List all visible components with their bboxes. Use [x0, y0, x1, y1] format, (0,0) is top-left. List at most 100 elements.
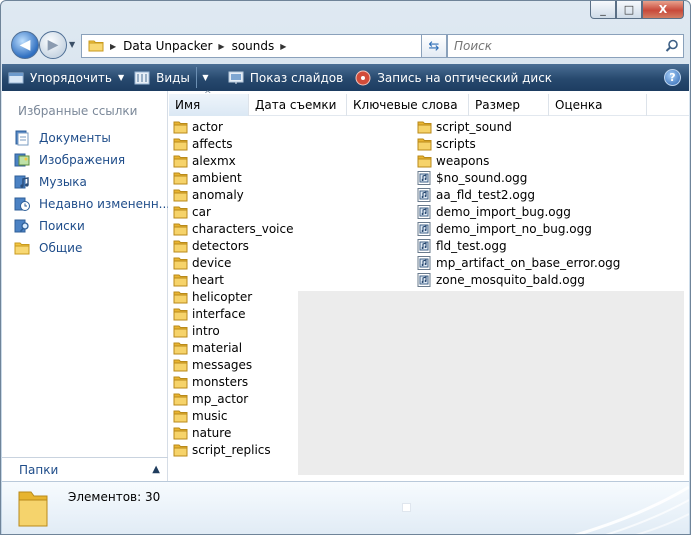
favorite-recent[interactable]: Недавно измененн...	[2, 193, 168, 215]
views-dropdown[interactable]: ▼	[195, 67, 214, 88]
folder-item[interactable]: car	[173, 203, 299, 220]
item-label: messages	[192, 357, 253, 372]
audio-file-icon	[417, 221, 432, 236]
column-date-taken[interactable]: Дата съемки	[249, 94, 347, 116]
folders-toggle[interactable]: Папки ▲	[2, 457, 168, 481]
address-bar[interactable]: ▶ Data Unpacker ▶ sounds ▶ ▼	[81, 34, 441, 58]
folders-label: Папки	[19, 462, 59, 477]
close-button[interactable]: X	[642, 1, 684, 19]
folder-icon	[417, 154, 432, 168]
folder-item[interactable]: intro	[173, 322, 299, 339]
burn-disc-button[interactable]: Запись на оптический диск	[349, 64, 558, 91]
sort-ascending-icon: ^	[204, 90, 212, 100]
favorite-label: Изображения	[39, 153, 126, 167]
folder-item[interactable]: helicopter	[173, 288, 299, 305]
file-list-pane: ^ Имя Дата съемки Ключевые слова Размер …	[169, 90, 689, 481]
folder-item[interactable]: ambient	[173, 169, 299, 186]
minimize-button[interactable]: _	[590, 1, 616, 19]
recent-pages-dropdown[interactable]: ▼	[69, 40, 75, 49]
folder-icon	[16, 488, 50, 531]
folder-item[interactable]: monsters	[173, 373, 299, 390]
favorite-music[interactable]: Музыка	[2, 171, 168, 193]
chevron-right-icon[interactable]: ▶	[218, 42, 224, 51]
organize-icon	[8, 71, 24, 85]
organize-button[interactable]: Упорядочить ▼	[2, 64, 130, 91]
refresh-button[interactable]: ⇆	[421, 34, 447, 58]
file-item[interactable]: $no_sound.ogg	[417, 169, 617, 186]
folder-item[interactable]: heart	[173, 271, 299, 288]
chevron-right-icon[interactable]: ▶	[110, 42, 116, 51]
folder-item[interactable]: affects	[173, 135, 299, 152]
favorite-public[interactable]: Общие	[2, 237, 168, 259]
help-icon: ?	[669, 71, 676, 84]
folder-item[interactable]: script_sound	[417, 118, 617, 135]
folder-item[interactable]: actor	[173, 118, 299, 135]
favorite-documents[interactable]: Документы	[2, 127, 168, 149]
help-button[interactable]: ?	[664, 69, 681, 86]
favorite-pictures[interactable]: Изображения	[2, 149, 168, 171]
back-button[interactable]: ◀	[11, 31, 39, 59]
file-item[interactable]: demo_import_no_bug.ogg	[417, 220, 617, 237]
item-label: mp_actor	[192, 391, 249, 406]
music-icon	[14, 174, 30, 190]
favorite-label: Поиски	[39, 219, 85, 233]
file-item[interactable]: fld_test.ogg	[417, 237, 617, 254]
folder-item[interactable]: messages	[173, 356, 299, 373]
folder-item[interactable]: detectors	[173, 237, 299, 254]
column-label: Ключевые слова	[353, 98, 458, 112]
forward-button[interactable]: ▶	[39, 31, 67, 59]
views-icon	[134, 71, 150, 85]
item-label: demo_import_no_bug.ogg	[436, 221, 592, 236]
folder-icon	[173, 137, 188, 151]
folder-item[interactable]: weapons	[417, 152, 617, 169]
chevron-right-icon[interactable]: ▶	[280, 42, 286, 51]
searches-icon	[14, 218, 30, 234]
breadcrumb-sounds[interactable]: sounds	[232, 39, 275, 53]
breadcrumb-data-unpacker[interactable]: Data Unpacker	[123, 39, 212, 53]
search-icon[interactable]	[661, 39, 683, 53]
favorite-links-list: Документы Изображения Музыка Недавно изм…	[2, 127, 168, 259]
item-label: script_sound	[436, 119, 512, 134]
file-item[interactable]: mp_artifact_on_base_error.ogg	[417, 254, 620, 271]
file-item[interactable]: demo_import_bug.ogg	[417, 203, 617, 220]
folder-item[interactable]: alexmx	[173, 152, 299, 169]
folder-item[interactable]: anomaly	[173, 186, 299, 203]
folder-item[interactable]: nature	[173, 424, 299, 441]
documents-icon	[14, 130, 30, 146]
audio-file-icon	[417, 187, 432, 202]
folder-item[interactable]: mp_actor	[173, 390, 299, 407]
column-tags[interactable]: Ключевые слова	[347, 94, 469, 116]
content-area: Избранные ссылки Документы Изображения М…	[2, 90, 689, 481]
file-item[interactable]: zone_mosquito_bald.ogg	[417, 271, 617, 288]
column-size[interactable]: Размер	[469, 94, 549, 116]
views-button[interactable]: Виды	[130, 64, 196, 91]
favorite-searches[interactable]: Поиски	[2, 215, 168, 237]
audio-file-icon	[417, 170, 432, 185]
audio-file-icon	[417, 238, 432, 253]
maximize-button[interactable]: □	[616, 1, 642, 19]
search-box[interactable]	[447, 34, 684, 58]
search-input[interactable]	[452, 36, 661, 56]
slideshow-button[interactable]: Показ слайдов	[222, 64, 349, 91]
column-rating[interactable]: Оценка	[549, 94, 647, 116]
column-label: Оценка	[555, 98, 603, 112]
folder-icon	[173, 188, 188, 202]
folder-item[interactable]: scripts	[417, 135, 617, 152]
file-item[interactable]: aa_fld_test2.ogg	[417, 186, 617, 203]
folder-item[interactable]: characters_voice	[173, 220, 299, 237]
folder-item[interactable]: music	[173, 407, 299, 424]
folder-item[interactable]: material	[173, 339, 299, 356]
empty-list-area	[298, 291, 684, 475]
item-label: affects	[192, 136, 233, 151]
column-name[interactable]: ^ Имя	[169, 90, 249, 116]
folder-item[interactable]: interface	[173, 305, 299, 322]
folder-item[interactable]: device	[173, 254, 299, 271]
column-headers: ^ Имя Дата съемки Ключевые слова Размер …	[169, 90, 689, 116]
item-label: fld_test.ogg	[436, 238, 507, 253]
item-label: characters_voice	[192, 221, 294, 236]
slideshow-icon	[228, 71, 244, 85]
folder-icon	[173, 307, 188, 321]
folder-item[interactable]: script_replics	[173, 441, 299, 458]
file-column-2: script_sound scripts weapons $no_sound.ogg a…	[417, 118, 620, 288]
navigation-pane: Избранные ссылки Документы Изображения М…	[2, 91, 168, 481]
